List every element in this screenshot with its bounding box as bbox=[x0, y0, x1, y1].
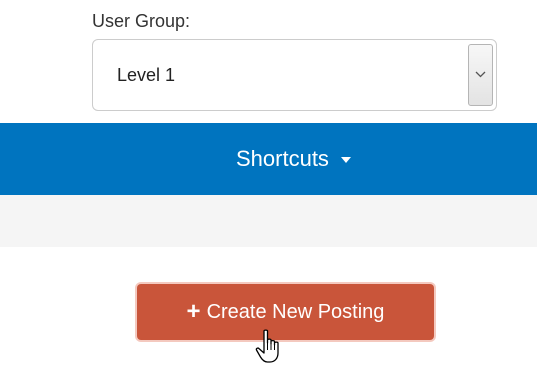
create-button-label: Create New Posting bbox=[206, 300, 385, 323]
caret-down-icon bbox=[340, 157, 351, 163]
select-arrow-button[interactable] bbox=[468, 44, 493, 106]
content-strip bbox=[0, 195, 537, 247]
plus-icon: + bbox=[186, 298, 201, 325]
nav-bar: Shortcuts bbox=[0, 123, 537, 195]
user-group-select[interactable]: Level 1 bbox=[92, 39, 497, 111]
chevron-down-icon bbox=[475, 71, 486, 78]
shortcuts-label: Shortcuts bbox=[236, 146, 329, 171]
shortcuts-dropdown[interactable]: Shortcuts bbox=[236, 146, 351, 172]
user-group-selected-value: Level 1 bbox=[117, 65, 176, 85]
hand-pointer-cursor-icon bbox=[255, 329, 279, 363]
user-group-label: User Group: bbox=[92, 11, 191, 31]
